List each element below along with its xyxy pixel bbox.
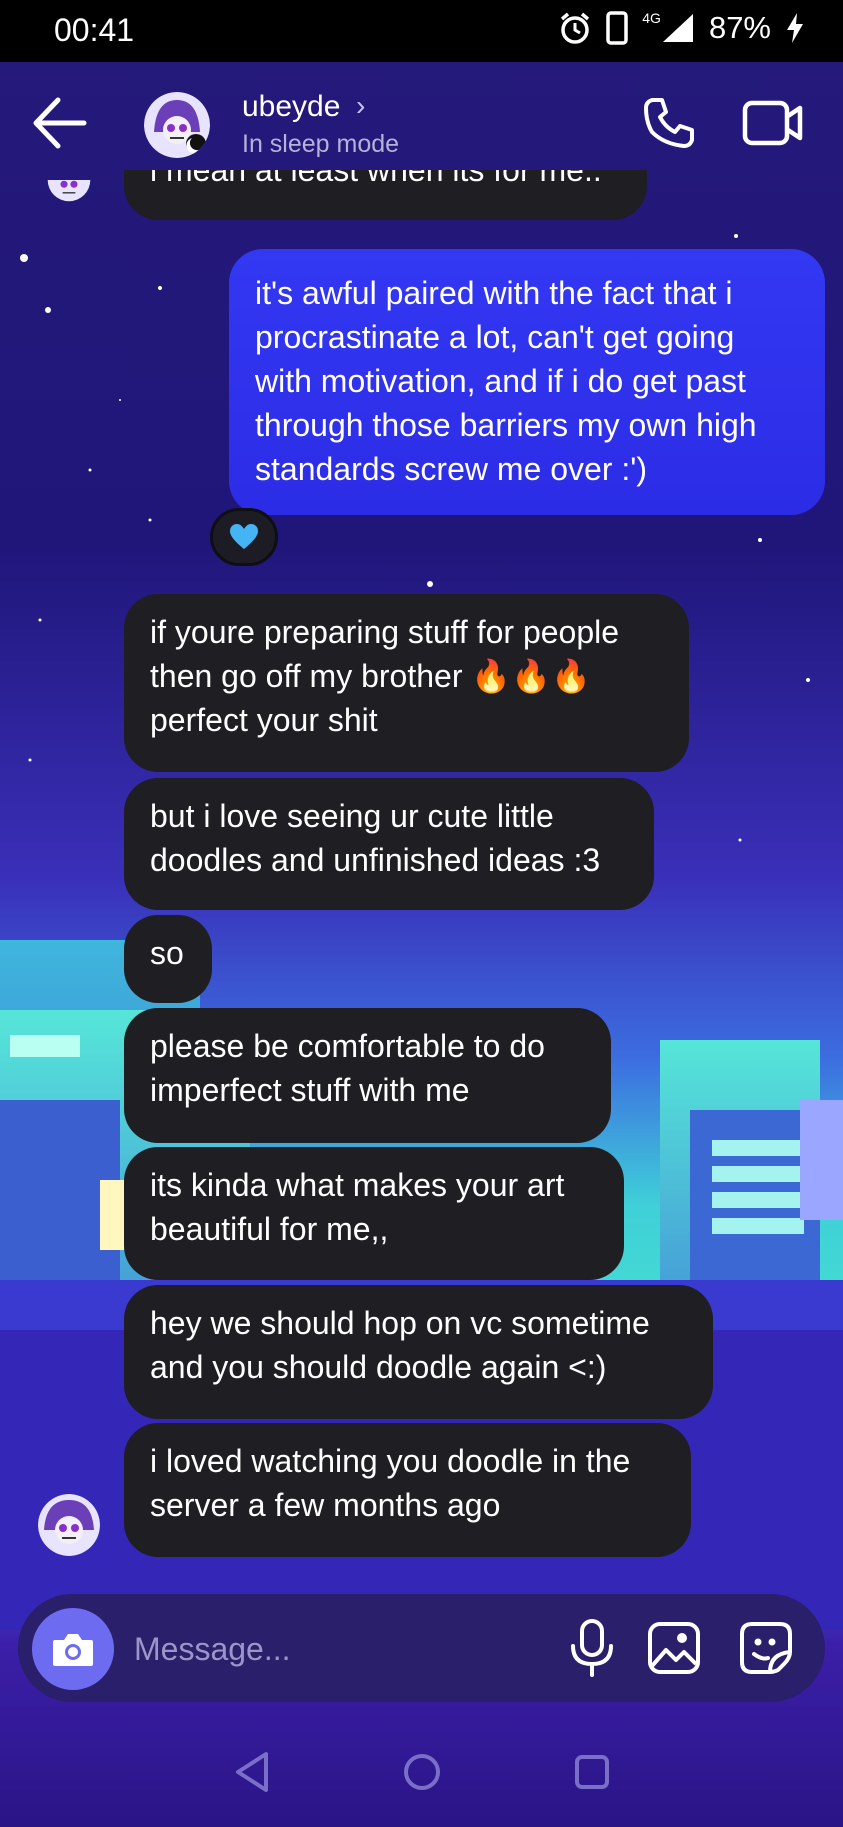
battery-percent: 87%	[708, 10, 771, 45]
message-outgoing[interactable]: it's awful paired with the fact that i p…	[229, 249, 825, 515]
contact-avatar-small[interactable]	[38, 1494, 100, 1556]
blue-heart-icon	[230, 524, 258, 549]
charging-bolt-icon	[787, 13, 803, 43]
system-navigation-bar	[0, 1720, 843, 1827]
contact-avatar-small[interactable]	[38, 180, 100, 224]
video-camera-icon[interactable]	[742, 98, 804, 148]
status-icons: 4G 87%	[558, 10, 805, 46]
contact-name[interactable]: ubeyde	[242, 90, 340, 124]
alarm-icon	[561, 12, 590, 44]
microphone-icon[interactable]	[564, 1618, 620, 1678]
message-incoming[interactable]: but i love seeing ur cute little doodles…	[124, 778, 654, 910]
chat-header: ubeyde › In sleep mode	[0, 62, 843, 182]
message-incoming[interactable]: hey we should hop on vc sometime and you…	[124, 1285, 713, 1419]
image-icon[interactable]	[646, 1620, 702, 1676]
status-time: 00:41	[54, 12, 135, 48]
signal-icon	[662, 14, 693, 42]
phone-icon[interactable]	[640, 94, 698, 152]
back-arrow-icon[interactable]	[30, 96, 90, 150]
message-incoming[interactable]: please be comfortable to do imperfect st…	[124, 1008, 611, 1143]
message-incoming[interactable]: so	[124, 915, 212, 1003]
message-incoming[interactable]: i loved watching you doodle in the serve…	[124, 1423, 691, 1557]
network-type: 4G	[642, 10, 661, 26]
reaction-badge[interactable]	[210, 508, 278, 566]
message-list[interactable]: i mean at least when its for me.. it's a…	[0, 0, 843, 1827]
status-bar: 00:41 4G 87%	[0, 0, 843, 62]
contact-status: In sleep mode	[242, 130, 400, 158]
contact-avatar[interactable]	[144, 92, 210, 158]
circle-home-icon[interactable]	[402, 1752, 442, 1792]
message-incoming[interactable]: if youre preparing stuff for people then…	[124, 594, 689, 772]
square-recents-icon[interactable]	[574, 1754, 610, 1790]
chevron-right-icon[interactable]: ›	[356, 90, 365, 122]
message-input[interactable]	[132, 1618, 456, 1680]
message-composer	[18, 1594, 825, 1702]
triangle-back-icon[interactable]	[232, 1750, 272, 1794]
phone-vibrate-icon	[606, 11, 629, 45]
camera-button[interactable]	[32, 1608, 114, 1690]
camera-icon	[53, 1634, 93, 1666]
message-incoming[interactable]: its kinda what makes your art beautiful …	[124, 1147, 624, 1280]
sticker-icon[interactable]	[738, 1620, 794, 1676]
